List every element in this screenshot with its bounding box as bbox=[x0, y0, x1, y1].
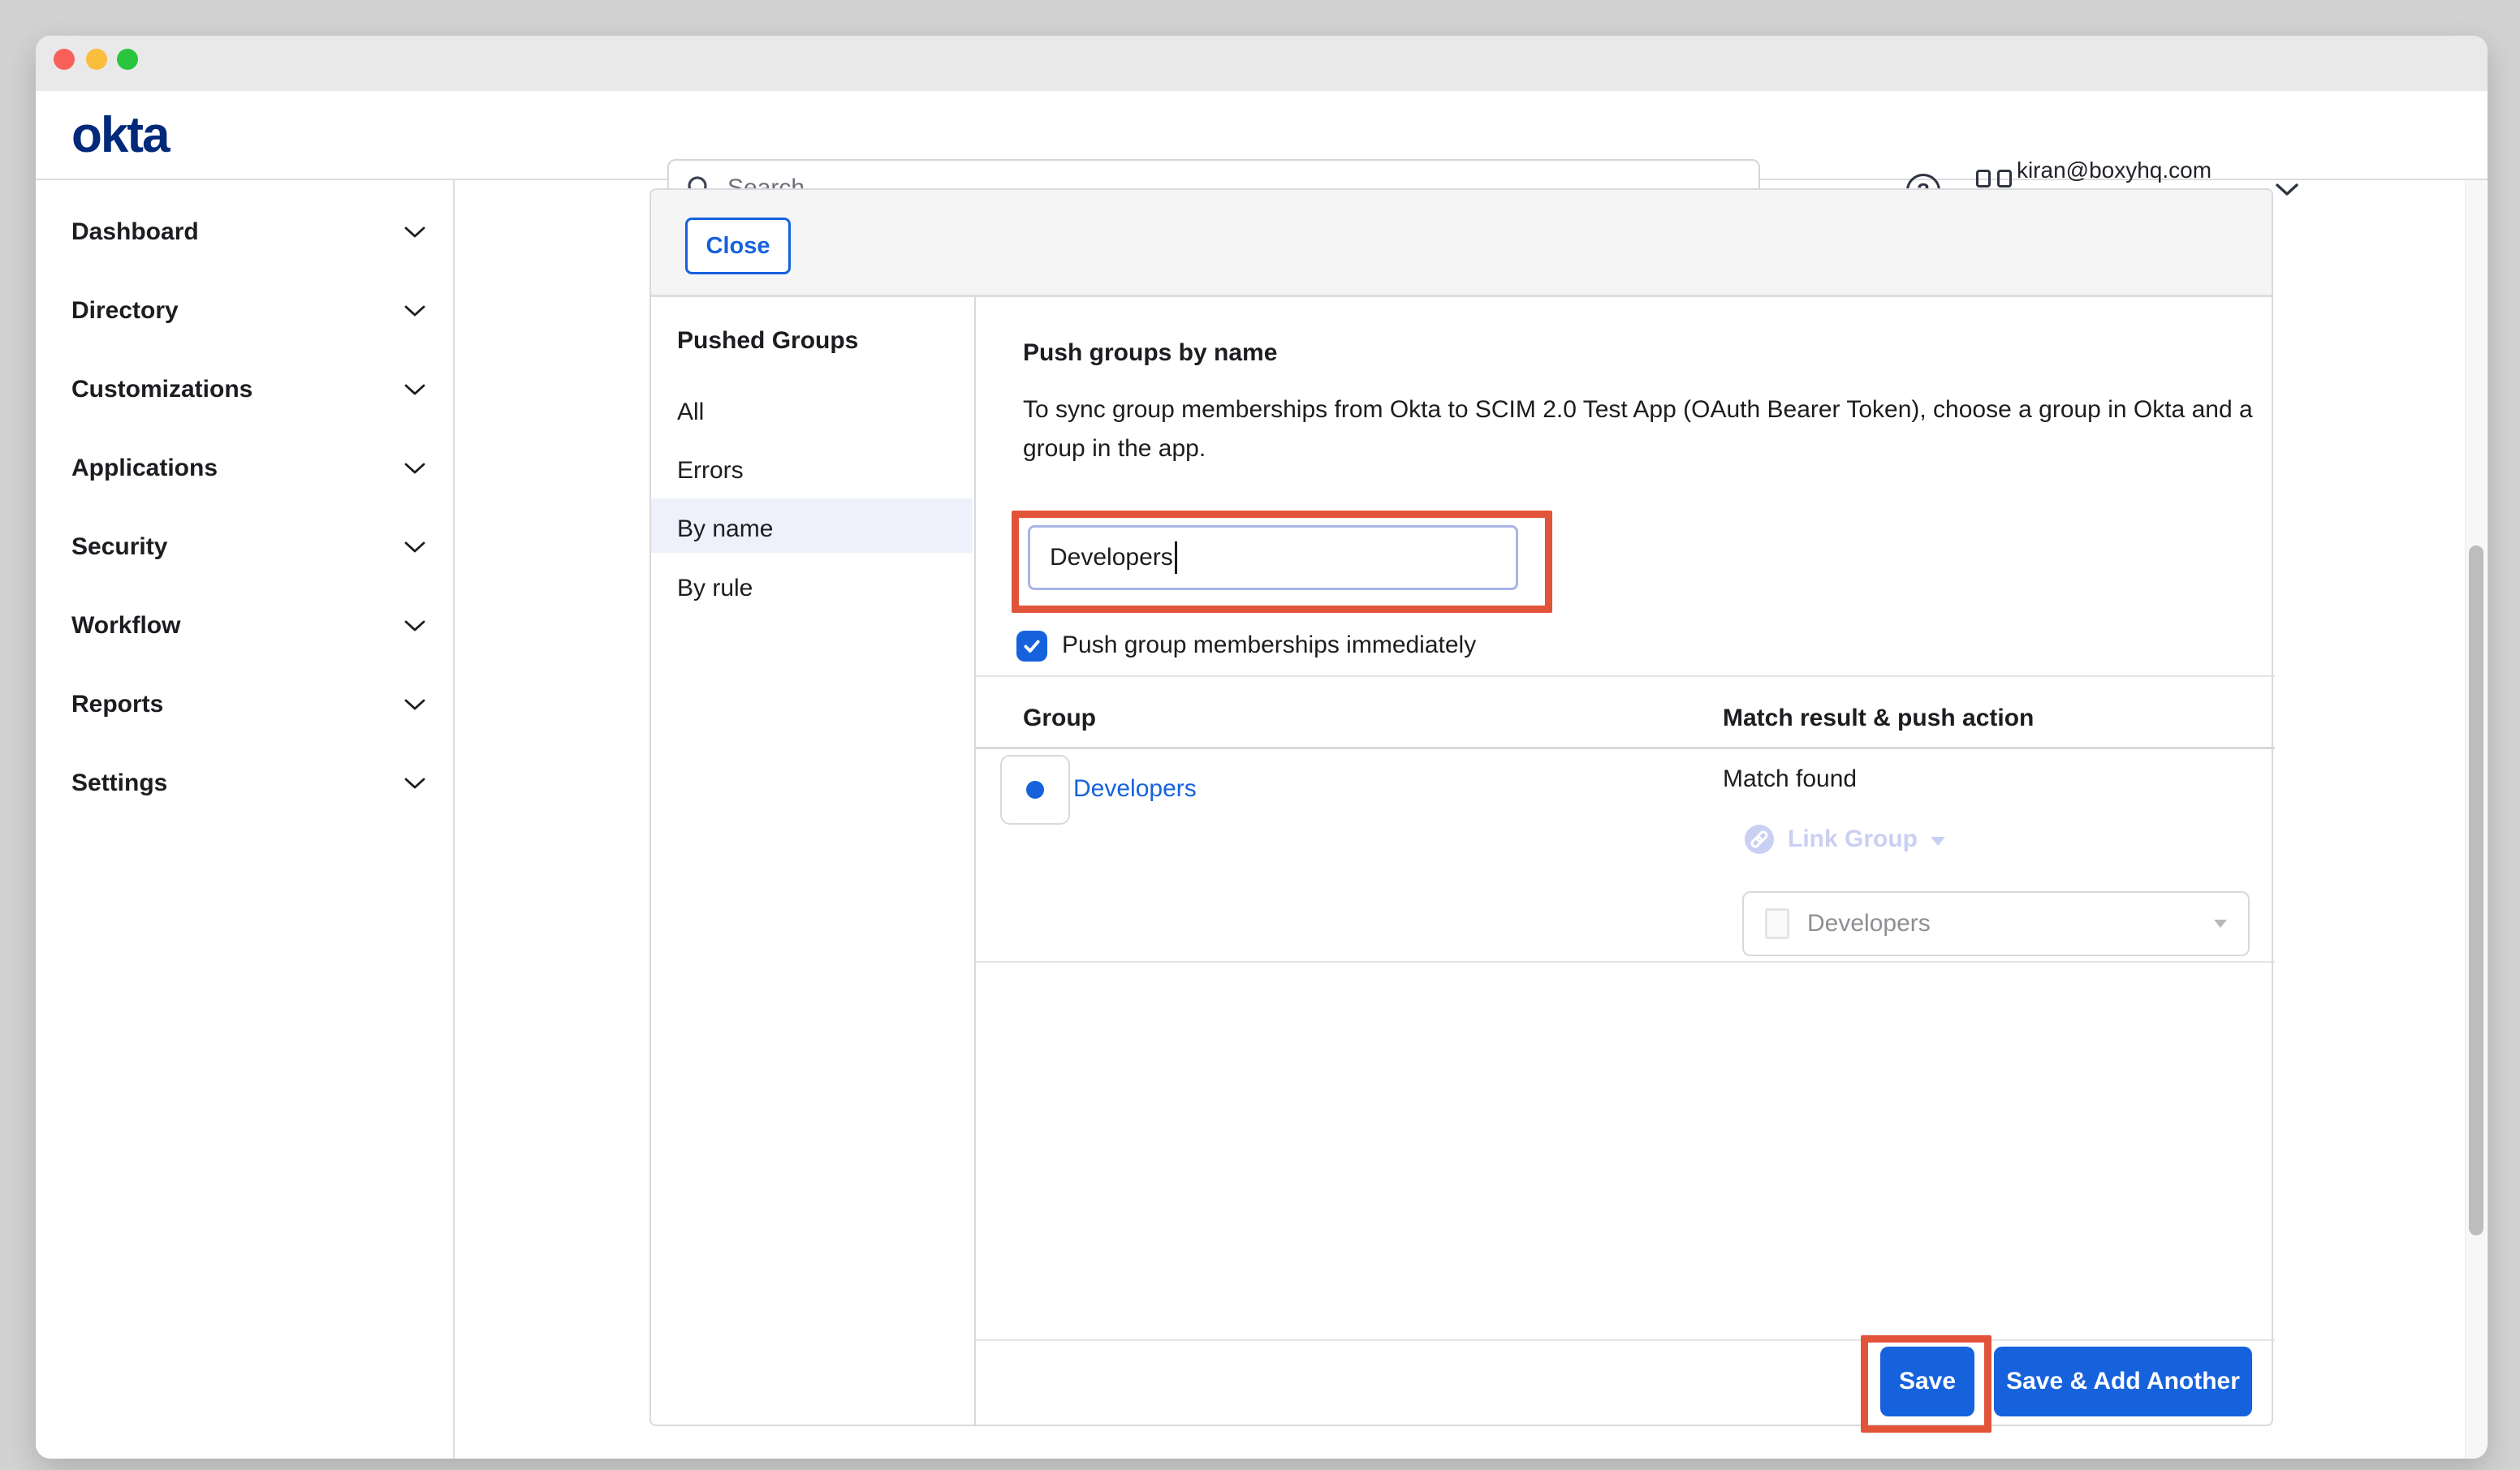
sidebar-item-reports[interactable]: Reports bbox=[71, 685, 425, 724]
close-window-button[interactable] bbox=[54, 49, 75, 70]
sidebar-nav: Dashboard Directory Customizations Appli… bbox=[36, 180, 455, 1459]
subnav-title: Pushed Groups bbox=[677, 321, 858, 360]
chevron-down-icon bbox=[404, 383, 425, 396]
chevron-down-icon bbox=[404, 226, 425, 239]
check-icon bbox=[1021, 636, 1042, 657]
push-immediately-checkbox[interactable] bbox=[1016, 631, 1047, 662]
sidebar-item-directory[interactable]: Directory bbox=[71, 291, 425, 330]
table-row-border bbox=[976, 961, 2275, 963]
select-caret-icon bbox=[2214, 920, 2227, 928]
checkbox-label: Push group memberships immediately bbox=[1062, 626, 1476, 665]
account-chevron-down-icon[interactable] bbox=[2275, 182, 2299, 200]
sidebar-item-workflow[interactable]: Workflow bbox=[71, 606, 425, 645]
page-description: To sync group memberships from Okta to S… bbox=[1023, 390, 2257, 468]
scrollbar[interactable] bbox=[2465, 180, 2487, 1459]
chevron-down-icon bbox=[404, 777, 425, 790]
close-button[interactable]: Close bbox=[685, 218, 791, 274]
sidebar-item-security[interactable]: Security bbox=[71, 528, 425, 567]
chevron-down-icon bbox=[404, 462, 425, 475]
panel-toolbar bbox=[651, 190, 2272, 297]
pushed-groups-subnav: Pushed Groups All Errors By name By rule bbox=[651, 297, 976, 1425]
section-divider bbox=[976, 675, 2275, 677]
scrollbar-thumb[interactable] bbox=[2469, 545, 2483, 1235]
sidebar-item-applications[interactable]: Applications bbox=[71, 449, 425, 488]
okta-logo: okta bbox=[71, 91, 168, 179]
browser-window: okta ? kiran@boxyhq.com okta-dev-2090126… bbox=[36, 36, 2488, 1459]
minimize-window-button[interactable] bbox=[86, 49, 107, 70]
desktop-background: okta ? kiran@boxyhq.com okta-dev-2090126… bbox=[0, 0, 2520, 1470]
text-cursor bbox=[1175, 541, 1177, 574]
save-add-another-button[interactable]: Save & Add Another bbox=[1994, 1347, 2252, 1416]
zoom-window-button[interactable] bbox=[117, 49, 138, 70]
table-header-group: Group bbox=[1023, 699, 1096, 738]
chevron-down-icon bbox=[404, 304, 425, 317]
group-icon-card bbox=[1000, 755, 1070, 825]
link-group-button[interactable]: Link Group bbox=[1744, 821, 1945, 857]
link-group-label: Link Group bbox=[1788, 826, 1918, 853]
chevron-down-icon bbox=[404, 619, 425, 632]
sidebar-item-customizations[interactable]: Customizations bbox=[71, 370, 425, 409]
app-group-select[interactable]: Developers bbox=[1742, 891, 2250, 956]
table-header-border bbox=[976, 747, 2275, 749]
sidebar-item-settings[interactable]: Settings bbox=[71, 764, 425, 803]
table-header-match: Match result & push action bbox=[1723, 699, 2034, 738]
window-titlebar bbox=[36, 36, 2488, 91]
group-name-input[interactable]: Developers bbox=[1028, 525, 1518, 590]
link-group-caret-icon bbox=[1931, 837, 1945, 846]
save-button[interactable]: Save bbox=[1880, 1347, 1974, 1416]
match-status: Match found bbox=[1723, 760, 1857, 799]
chevron-down-icon bbox=[404, 541, 425, 554]
group-donut-icon bbox=[1026, 781, 1044, 799]
sidebar-item-dashboard[interactable]: Dashboard bbox=[71, 213, 425, 252]
footer-divider bbox=[976, 1339, 2275, 1341]
account-email: kiran@boxyhq.com bbox=[1984, 154, 2244, 187]
chevron-down-icon bbox=[404, 698, 425, 711]
page-title: Push groups by name bbox=[1023, 334, 1277, 373]
subnav-item-by-rule[interactable]: By rule bbox=[651, 569, 973, 608]
app-header: okta ? kiran@boxyhq.com okta-dev-2090126… bbox=[36, 91, 2488, 180]
app-group-placeholder-icon bbox=[1765, 908, 1789, 939]
subnav-item-all[interactable]: All bbox=[651, 393, 973, 432]
app-group-value: Developers bbox=[1807, 910, 1931, 938]
subnav-item-by-name[interactable]: By name bbox=[651, 510, 973, 549]
subnav-item-errors[interactable]: Errors bbox=[651, 451, 973, 490]
okta-group-link[interactable]: Developers bbox=[1073, 769, 1197, 808]
link-icon bbox=[1744, 824, 1775, 855]
pushed-groups-panel: Close Pushed Groups All Errors By name B… bbox=[649, 188, 2273, 1426]
group-name-value: Developers bbox=[1050, 544, 1173, 571]
